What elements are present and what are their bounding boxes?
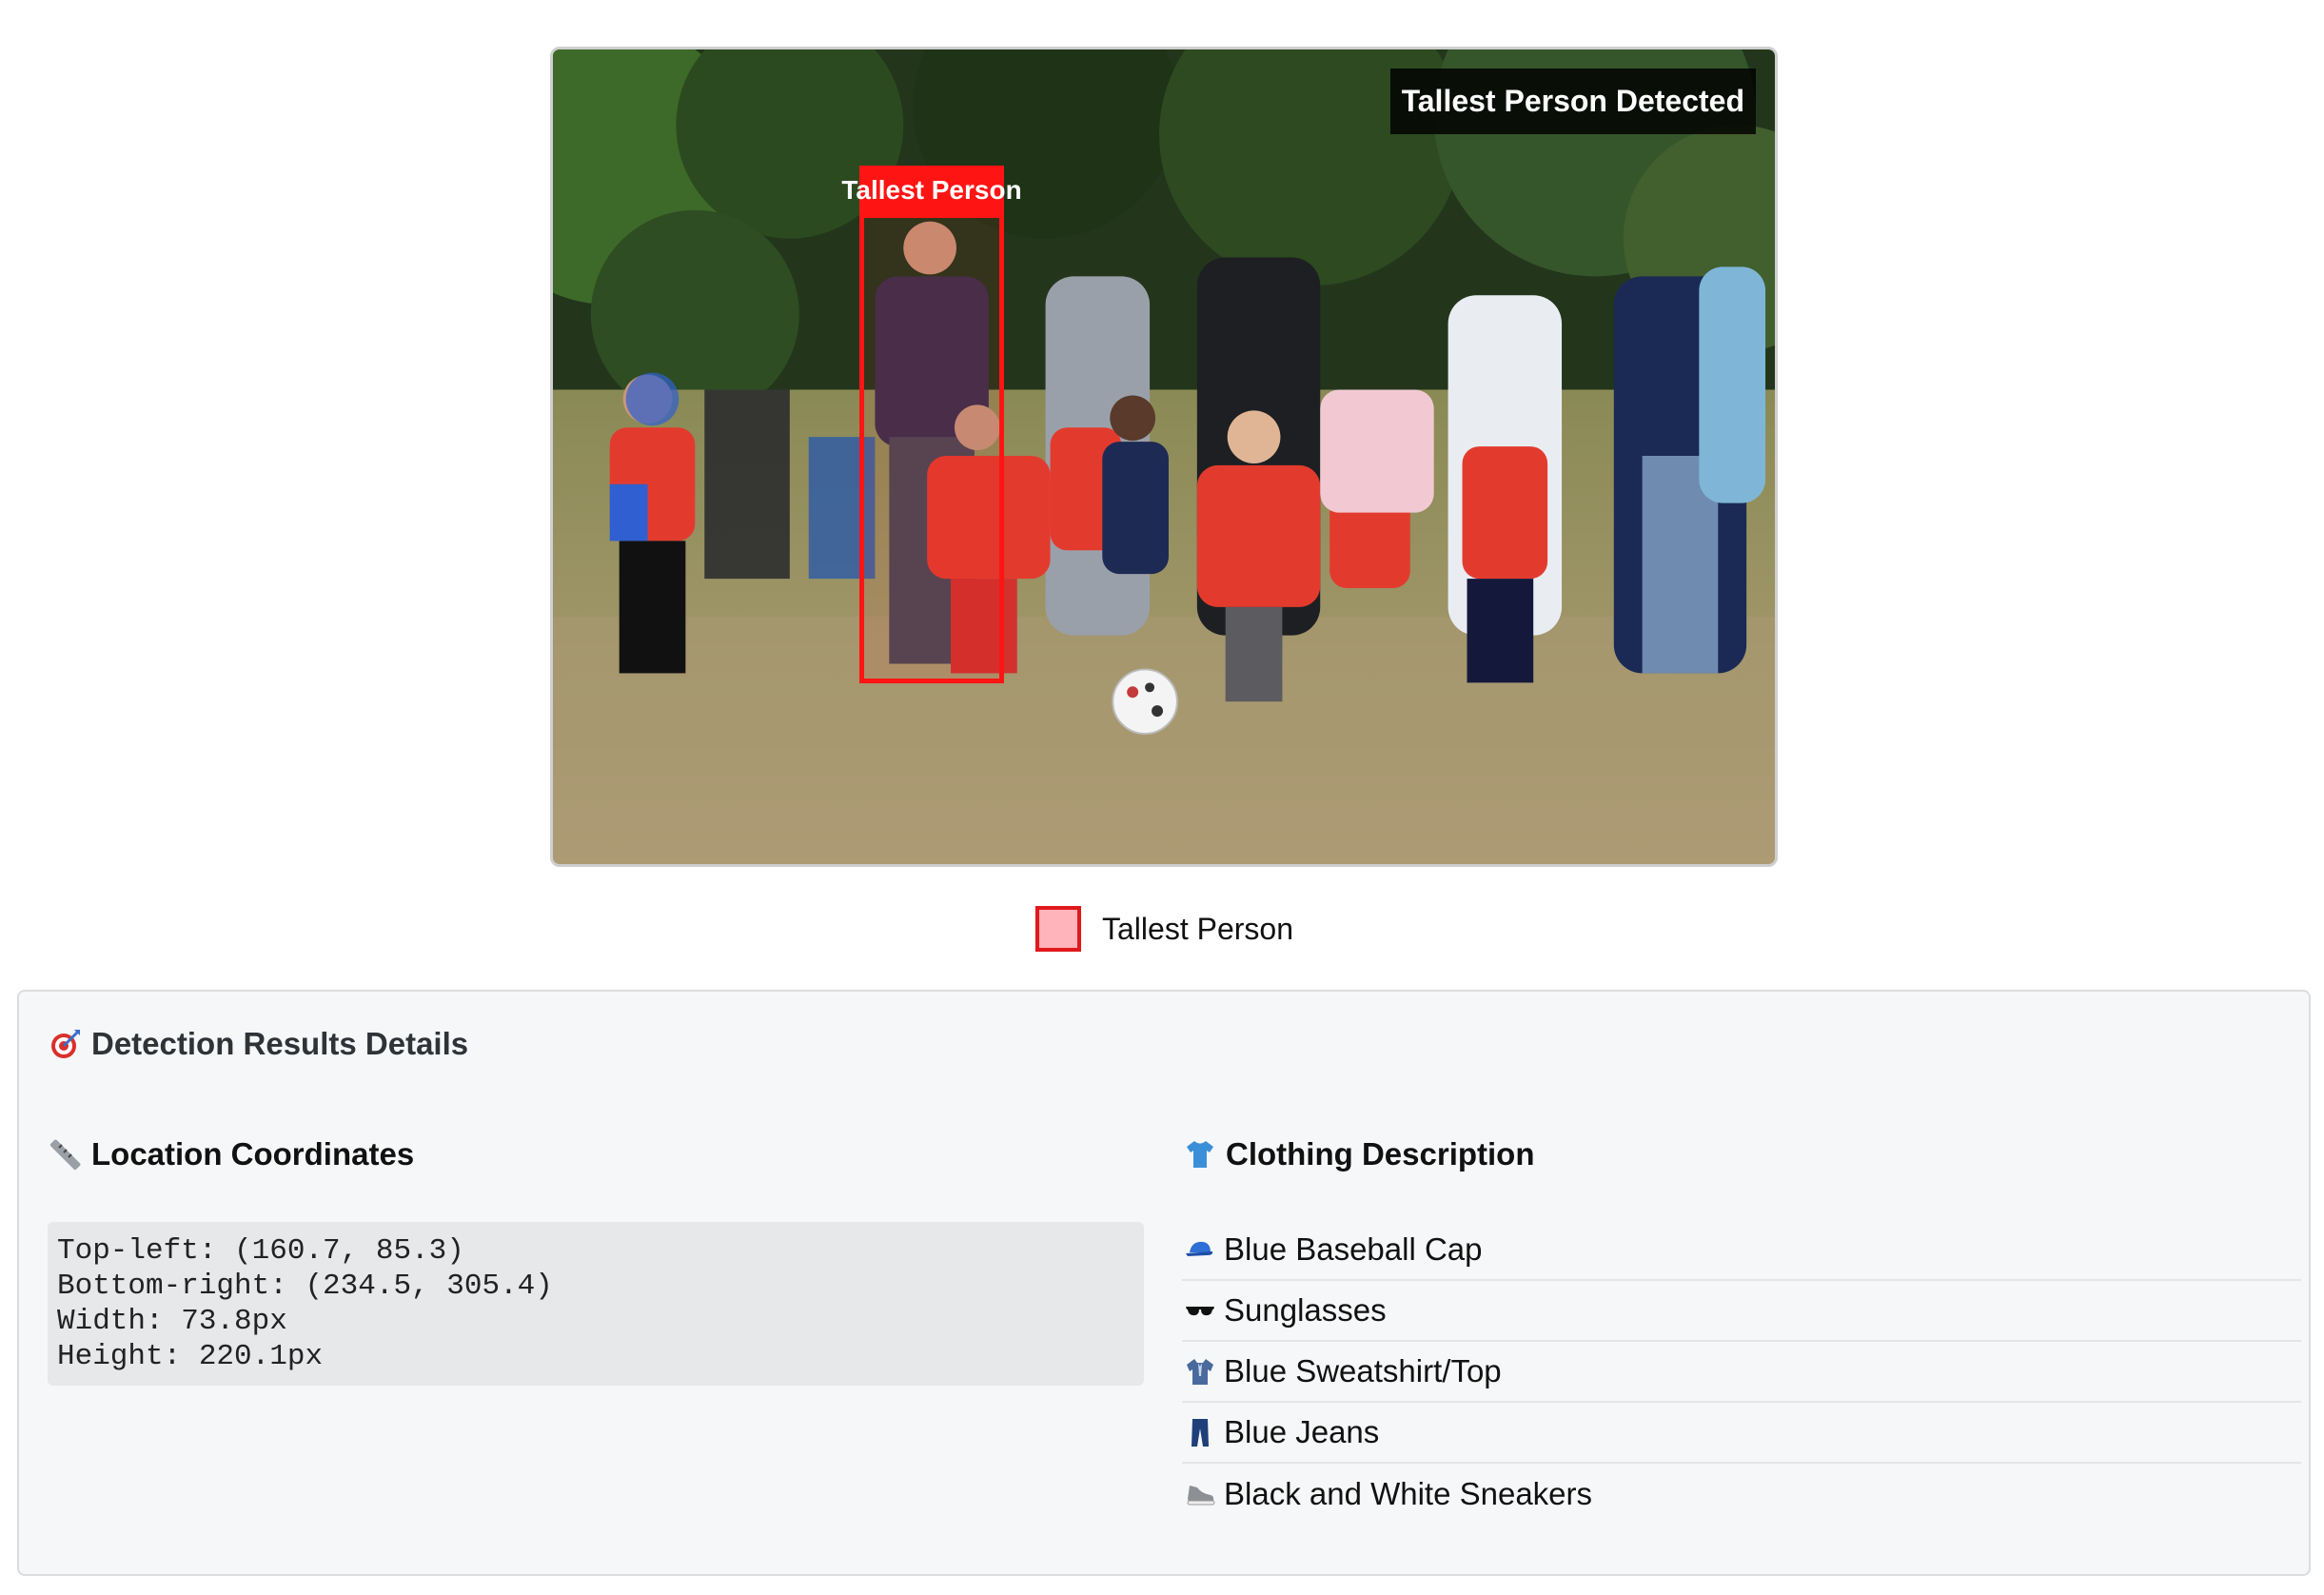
detection-banner: Tallest Person Detected [1389, 69, 1756, 134]
list-item-label: Blue Baseball Cap [1224, 1231, 1483, 1267]
shirt-icon [1182, 1136, 1218, 1172]
list-item-label: Blue Jeans [1224, 1414, 1380, 1449]
list-item: Sunglasses [1182, 1281, 2301, 1342]
jeans-icon [1182, 1414, 1218, 1450]
bounding-box-label: Tallest Person [841, 166, 1022, 215]
coordinate-line: Width: 73.8px [57, 1305, 287, 1338]
cap-icon [1182, 1231, 1218, 1268]
detection-results-panel: Detection Results Details Location Coord… [17, 990, 2311, 1576]
detection-image-panel: Tallest Person Detected Tallest Person [550, 47, 1778, 867]
location-section: Location Coordinates Top-left: (160.7, 8… [48, 1131, 1144, 1386]
sunglasses-icon [1182, 1292, 1218, 1329]
list-item-label: Sunglasses [1224, 1292, 1387, 1328]
coordinate-line: Bottom-right: (234.5, 305.4) [57, 1270, 553, 1303]
list-item: Black and White Sneakers [1182, 1464, 2301, 1525]
list-item-label: Black and White Sneakers [1224, 1476, 1593, 1511]
panel-title: Detection Results Details [48, 1026, 468, 1062]
location-heading: Location Coordinates [48, 1131, 1144, 1178]
coordinate-line: Top-left: (160.7, 85.3) [57, 1234, 464, 1268]
panel-title-text: Detection Results Details [91, 1026, 469, 1061]
list-item: Blue Jeans [1182, 1403, 2301, 1464]
list-item: Blue Baseball Cap [1182, 1220, 2301, 1281]
target-icon [48, 1026, 84, 1062]
location-heading-text: Location Coordinates [91, 1136, 415, 1172]
soccer-field-photo [553, 49, 1775, 864]
legend-swatch [1035, 906, 1081, 952]
legend: Tallest Person [1035, 904, 1293, 954]
clothing-section: Clothing Description Blue Baseball Cap S… [1182, 1131, 2301, 1525]
list-item: Blue Sweatshirt/Top [1182, 1342, 2301, 1403]
sweatshirt-icon [1182, 1353, 1218, 1389]
coordinate-line: Height: 220.1px [57, 1340, 324, 1373]
tallest-person-bounding-box [859, 213, 1004, 683]
coordinates-block: Top-left: (160.7, 85.3) Bottom-right: (2… [48, 1222, 1144, 1386]
clothing-heading: Clothing Description [1182, 1131, 2301, 1178]
clothing-heading-text: Clothing Description [1226, 1136, 1535, 1172]
ruler-icon [48, 1136, 84, 1172]
sneaker-icon [1182, 1476, 1218, 1512]
legend-label: Tallest Person [1102, 911, 1293, 946]
list-item-label: Blue Sweatshirt/Top [1224, 1353, 1502, 1388]
clothing-list: Blue Baseball Cap Sunglasses Blue Sweats… [1182, 1220, 2301, 1525]
